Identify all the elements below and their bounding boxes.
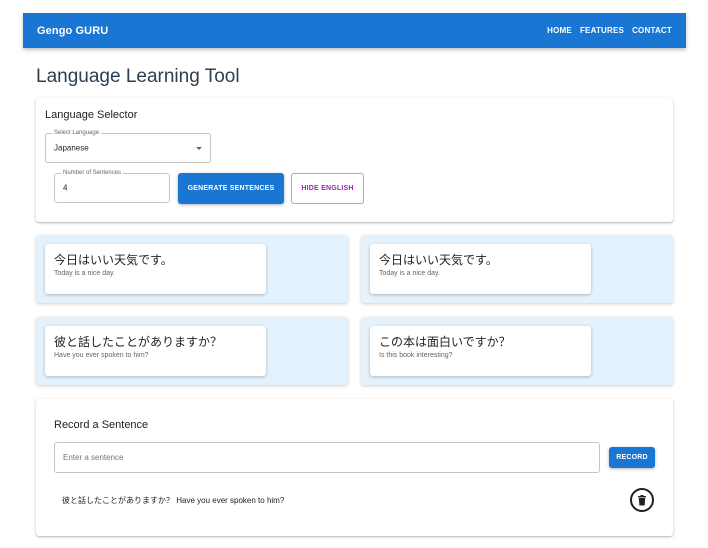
sentence-english: Have you ever spoken to him? bbox=[54, 352, 149, 359]
nav-home[interactable]: HOME bbox=[547, 26, 572, 35]
record-sentence-field bbox=[54, 442, 600, 473]
sentence-japanese: 彼と話したことがありますか？ bbox=[54, 335, 223, 349]
sentence-japanese: 今日はいい天気です。 bbox=[54, 253, 173, 267]
sentence-panel: 今日はいい天気です。 Today is a nice day. bbox=[361, 235, 673, 303]
sentence-card: 今日はいい天気です。 Today is a nice day. bbox=[45, 244, 266, 294]
sentence-panel: 今日はいい天気です。 Today is a nice day. bbox=[36, 235, 348, 303]
brand-title[interactable]: Gengo GURU bbox=[37, 25, 108, 37]
sentence-japanese: この本は面白いですか？ bbox=[379, 335, 511, 349]
sentence-english: Today is a nice day. bbox=[54, 270, 115, 277]
sentence-count-label: Number of Sentences bbox=[61, 169, 124, 177]
top-nav: HOME FEATURES CONTACT bbox=[547, 26, 672, 35]
delete-recording-button[interactable] bbox=[630, 488, 654, 512]
nav-features[interactable]: FEATURES bbox=[580, 26, 624, 35]
nav-contact[interactable]: CONTACT bbox=[632, 26, 672, 35]
record-sentence-card: Record a Sentence RECORD 彼と話したことがありますか？ … bbox=[36, 399, 673, 536]
language-selector-card: Language Selector Select Language Japane… bbox=[36, 98, 673, 222]
record-sentence-input[interactable] bbox=[55, 443, 599, 472]
sentence-panel: 彼と話したことがありますか？ Have you ever spoken to h… bbox=[36, 317, 348, 385]
app-bar: Gengo GURU HOME FEATURES CONTACT bbox=[23, 13, 686, 48]
sentence-english: Is this book interesting? bbox=[379, 352, 453, 359]
sentence-panel: この本は面白いですか？ Is this book interesting? bbox=[361, 317, 673, 385]
hide-english-button[interactable]: HIDE ENGLISH bbox=[291, 173, 364, 204]
page-title: Language Learning Tool bbox=[36, 66, 240, 87]
language-selector-title: Language Selector bbox=[45, 109, 138, 121]
language-select-label: Select Language bbox=[52, 129, 102, 137]
generate-sentences-button[interactable]: GENERATE SENTENCES bbox=[178, 173, 284, 204]
sentence-count-field[interactable]: Number of Sentences 4 bbox=[54, 169, 170, 203]
language-select-value: Japanese bbox=[54, 143, 89, 153]
sentence-card: この本は面白いですか？ Is this book interesting? bbox=[370, 326, 591, 376]
sentence-card: 今日はいい天気です。 Today is a nice day. bbox=[370, 244, 591, 294]
sentence-english: Today is a nice day. bbox=[379, 270, 440, 277]
recorded-sentence: 彼と話したことがありますか？ Have you ever spoken to h… bbox=[62, 496, 285, 505]
language-select[interactable]: Select Language Japanese bbox=[45, 129, 211, 163]
sentence-japanese: 今日はいい天気です。 bbox=[379, 253, 498, 267]
chevron-down-icon bbox=[196, 147, 202, 150]
record-sentence-title: Record a Sentence bbox=[54, 419, 149, 431]
record-button[interactable]: RECORD bbox=[609, 447, 655, 468]
sentence-count-value: 4 bbox=[63, 183, 68, 193]
sentence-card: 彼と話したことがありますか？ Have you ever spoken to h… bbox=[45, 326, 266, 376]
trash-icon bbox=[638, 494, 646, 505]
